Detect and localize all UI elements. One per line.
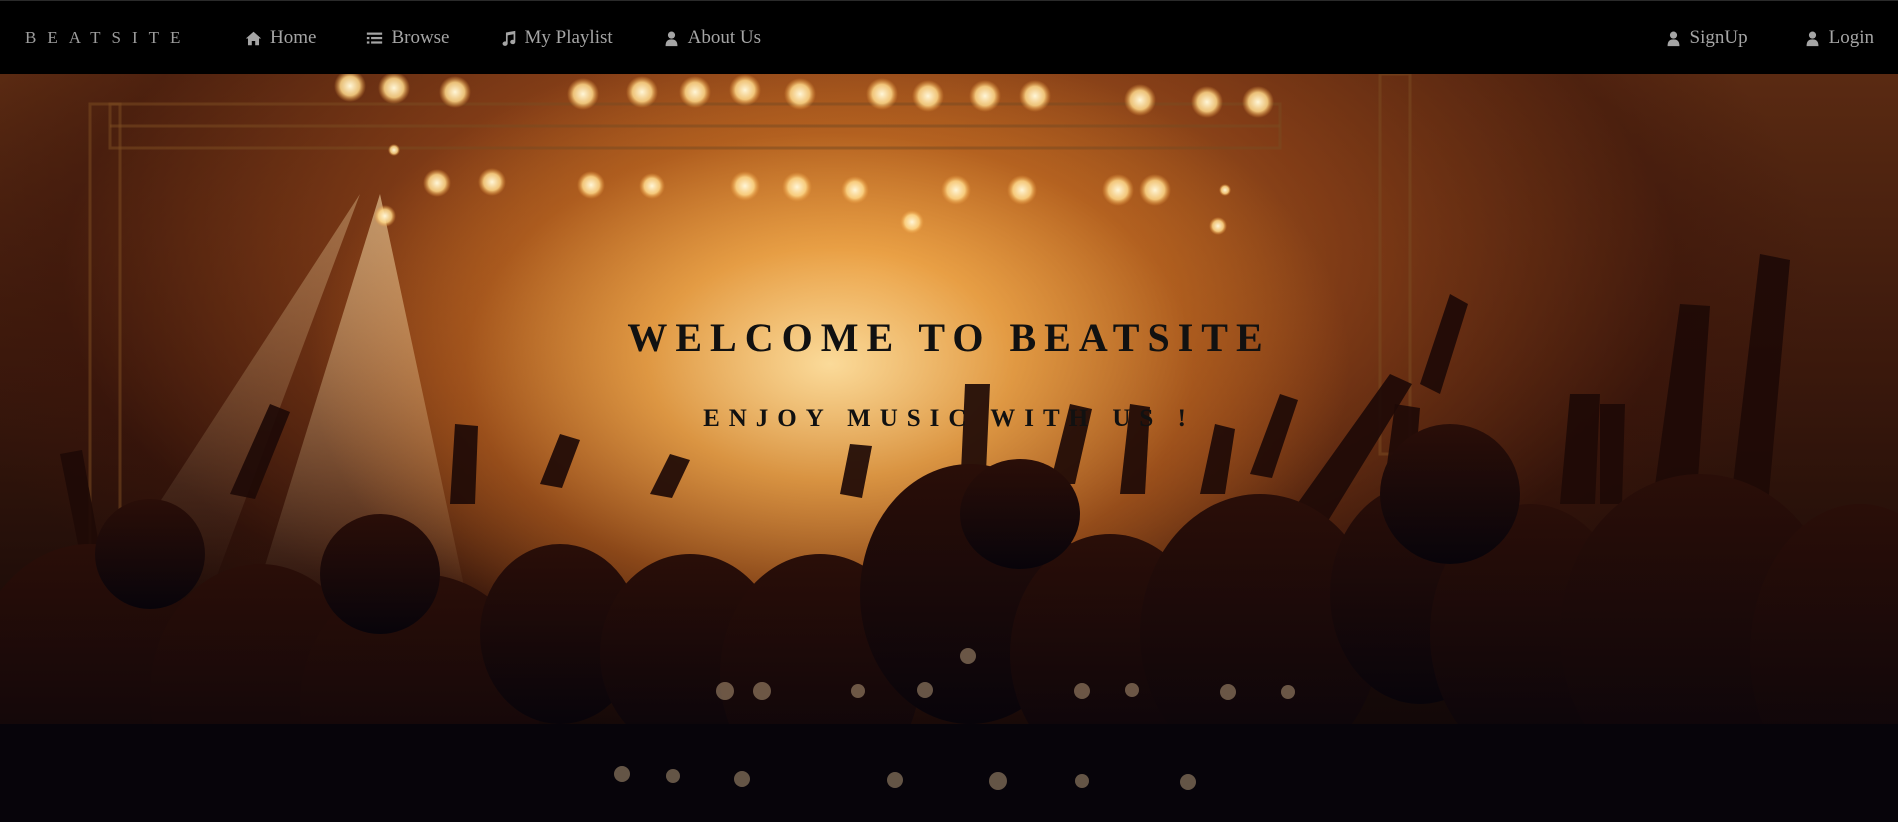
user-icon — [662, 29, 681, 48]
hero-subtitle: ENJOY MUSIC WITH US ! — [703, 405, 1195, 432]
nav-browse-label: Browse — [391, 27, 450, 48]
nav-about-us-label: About Us — [687, 27, 762, 48]
nav-about-us[interactable]: About Us — [662, 23, 761, 53]
nav-login[interactable]: Login — [1803, 23, 1874, 53]
nav-home-label: Home — [270, 27, 317, 48]
list-icon — [365, 29, 384, 48]
concert-background-image — [0, 74, 1898, 822]
page: BEATSITE Home Browse My Playlist About U… — [0, 0, 1898, 822]
home-icon — [244, 29, 263, 48]
nav-my-playlist-label: My Playlist — [524, 27, 613, 48]
nav-signup-label: SignUp — [1689, 27, 1748, 48]
hero-title: WELCOME TO BEATSITE — [627, 315, 1271, 360]
nav-browse[interactable]: Browse — [365, 23, 450, 53]
nav-login-label: Login — [1828, 27, 1874, 48]
nav-home[interactable]: Home — [244, 23, 316, 53]
nav-right: SignUp Login — [1609, 23, 1874, 53]
user-icon — [1803, 29, 1822, 48]
hero-banner: WELCOME TO BEATSITE ENJOY MUSIC WITH US … — [0, 74, 1898, 822]
nav-signup[interactable]: SignUp — [1664, 23, 1748, 53]
nav-my-playlist[interactable]: My Playlist — [499, 23, 613, 53]
brand-logo[interactable]: BEATSITE — [25, 26, 191, 50]
navbar: BEATSITE Home Browse My Playlist About U… — [0, 0, 1898, 74]
user-icon — [1664, 29, 1683, 48]
nav-left: Home Browse My Playlist About Us — [244, 23, 810, 53]
music-note-icon — [499, 29, 518, 48]
